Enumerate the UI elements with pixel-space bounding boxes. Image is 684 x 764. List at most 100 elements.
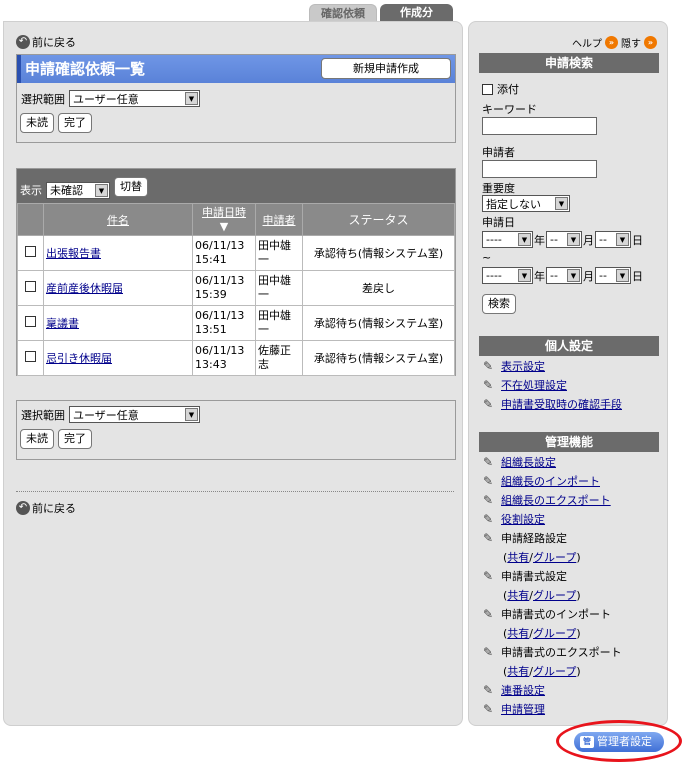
request-subject-link[interactable]: 出張報告書 [46, 247, 101, 260]
tab-created[interactable]: 作成分 [380, 4, 453, 21]
checkbox-column-header [17, 203, 44, 236]
applicant-cell: 田中雄一 [255, 270, 303, 306]
hide-link[interactable]: 隠す [621, 35, 641, 50]
request-subject-link[interactable]: 稟議書 [46, 317, 79, 330]
sort-desc-icon: ▼ [219, 219, 229, 233]
keyword-input[interactable] [482, 117, 597, 135]
menu-org-head-export[interactable]: ✎ 組織長のエクスポート [483, 492, 611, 508]
from-year-select[interactable]: ---- ▼ [482, 231, 533, 248]
column-applicant[interactable]: 申請者 [255, 203, 303, 236]
chevron-down-icon: ▼ [95, 183, 108, 197]
menu-form-export: ✎ 申請書式のエクスポート [483, 645, 622, 659]
menu-serial-settings[interactable]: ✎ 連番設定 [483, 682, 545, 698]
hide-arrow-icon[interactable]: » [644, 36, 657, 49]
applicant-label: 申請者 [482, 146, 515, 159]
help-arrow-icon[interactable]: » [605, 36, 618, 49]
pencil-icon: ✎ [483, 378, 494, 392]
admin-functions-header: 管理機能 [479, 432, 659, 452]
pencil-icon: ✎ [483, 531, 494, 545]
date-label: 申請日 [482, 216, 515, 229]
route-shared-link[interactable]: 共有 [507, 551, 529, 564]
search-button[interactable]: 検索 [482, 294, 516, 314]
request-subject-link[interactable]: 忌引き休暇届 [46, 352, 112, 365]
scope-select[interactable]: ユーザー任意 ▼ [69, 90, 200, 107]
form-group-link[interactable]: グループ [533, 589, 576, 602]
column-date[interactable]: 申請日時 ▼ [192, 203, 256, 236]
divider [16, 491, 454, 492]
attach-checkbox[interactable] [482, 83, 493, 95]
menu-receive-confirm[interactable]: ✎ 申請書受取時の確認手段 [483, 396, 622, 412]
attach-checkbox-row: 添付 [482, 81, 519, 97]
new-request-button[interactable]: 新規申請作成 [321, 58, 451, 79]
export-group-link[interactable]: グループ [533, 665, 576, 678]
row-checkbox[interactable] [25, 281, 36, 292]
back-label: 前に戻る [32, 36, 76, 49]
row-checkbox[interactable] [25, 351, 36, 362]
pencil-icon: ✎ [483, 607, 494, 621]
mark-done-button[interactable]: 完了 [58, 429, 92, 449]
column-status: ステータス [302, 203, 455, 236]
help-link[interactable]: ヘルプ [572, 35, 602, 50]
menu-display-settings[interactable]: ✎ 表示設定 [483, 358, 545, 374]
to-year-select[interactable]: ---- ▼ [482, 267, 533, 284]
to-day-select[interactable]: -- ▼ [595, 267, 631, 284]
applicant-cell: 佐藤正志 [255, 340, 303, 376]
display-filter-bar: 表示 未確認 ▼ 切替 [17, 169, 455, 203]
display-select[interactable]: 未確認 ▼ [46, 181, 110, 199]
applicant-input[interactable] [482, 160, 597, 178]
help-hide-links: ヘルプ » 隠す » [572, 35, 657, 50]
priority-select[interactable]: 指定しない ▼ [482, 195, 570, 212]
back-label: 前に戻る [32, 502, 76, 515]
column-subject[interactable]: 件名 [43, 203, 193, 236]
menu-absence-settings[interactable]: ✎ 不在処理設定 [483, 377, 567, 393]
import-group-link[interactable]: グループ [533, 627, 576, 640]
row-checkbox[interactable] [25, 316, 36, 327]
chevron-down-icon: ▼ [518, 269, 531, 282]
chevron-down-icon: ▼ [518, 233, 531, 246]
to-month-select[interactable]: -- ▼ [546, 267, 582, 284]
menu-form-import: ✎ 申請書式のインポート [483, 607, 611, 621]
mark-buttons: 未読 完了 [20, 113, 455, 133]
menu-route-settings: ✎ 申請経路設定 [483, 531, 567, 545]
row-checkbox[interactable] [25, 246, 36, 257]
mark-unread-button[interactable]: 未読 [20, 113, 54, 133]
pencil-icon: ✎ [483, 645, 494, 659]
chevron-down-icon: ▼ [567, 233, 580, 246]
table-header-row: 件名 申請日時 ▼ 申請者 ステータス [17, 203, 455, 236]
export-shared-link[interactable]: 共有 [507, 665, 529, 678]
switch-button[interactable]: 切替 [114, 177, 148, 197]
menu-org-head-settings[interactable]: ✎ 組織長設定 [483, 454, 556, 470]
pencil-icon: ✎ [483, 683, 494, 697]
pencil-icon: ✎ [483, 455, 494, 469]
list-bottom-box: 選択範囲 ユーザー任意 ▼ 未読 完了 [16, 400, 456, 460]
status-cell: 承認待ち(情報システム室) [302, 340, 455, 376]
back-arrow-icon: ↶ [16, 501, 30, 515]
back-link[interactable]: ↶ 前に戻る [16, 34, 76, 50]
from-day-select[interactable]: -- ▼ [595, 231, 631, 248]
pencil-icon: ✎ [483, 702, 494, 716]
request-table: 件名 申請日時 ▼ 申請者 ステータス 出張報告書 06/11/13 15:41 田… [17, 203, 455, 376]
menu-role-settings[interactable]: ✎ 役割設定 [483, 511, 545, 527]
attach-label: 添付 [497, 83, 519, 96]
pencil-icon: ✎ [483, 569, 494, 583]
from-month-select[interactable]: -- ▼ [546, 231, 582, 248]
menu-org-head-import[interactable]: ✎ 組織長のインポート [483, 473, 600, 489]
mark-done-button[interactable]: 完了 [58, 113, 92, 133]
route-scope-links: (共有/グループ) [503, 551, 581, 564]
request-subject-link[interactable]: 産前産後休暇届 [46, 282, 123, 295]
route-group-link[interactable]: グループ [533, 551, 576, 564]
pencil-icon: ✎ [483, 474, 494, 488]
import-shared-link[interactable]: 共有 [507, 627, 529, 640]
chevron-down-icon: ▼ [185, 92, 198, 105]
form-shared-link[interactable]: 共有 [507, 589, 529, 602]
search-section-header: 申請検索 [479, 53, 659, 73]
table-row: 稟議書 06/11/13 13:51 田中雄一 承認待ち(情報システム室) [17, 305, 455, 341]
scope-select-bottom[interactable]: ユーザー任意 ▼ [69, 406, 200, 423]
display-label: 表示 [20, 184, 42, 197]
bottom-back-link[interactable]: ↶ 前に戻る [16, 500, 76, 516]
tab-confirm-requests[interactable]: 確認依頼 [309, 4, 377, 21]
mark-unread-button[interactable]: 未読 [20, 429, 54, 449]
menu-request-management[interactable]: ✎ 申請管理 [483, 701, 545, 717]
import-scope-links: (共有/グループ) [503, 627, 581, 640]
highlight-circle [556, 720, 682, 762]
